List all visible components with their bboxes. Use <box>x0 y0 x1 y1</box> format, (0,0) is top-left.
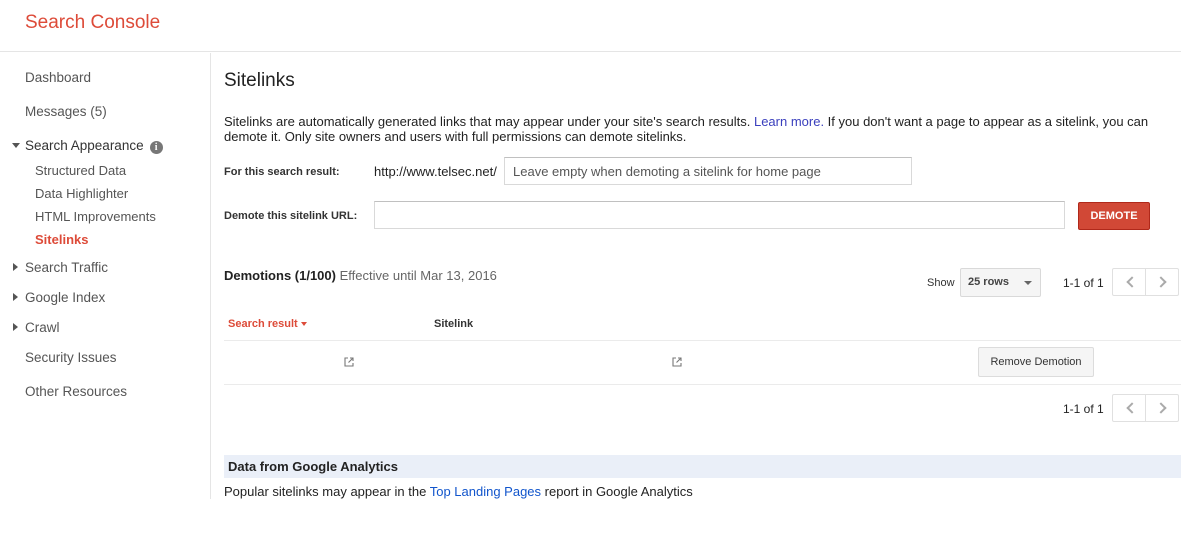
page-description: Sitelinks are automatically generated li… <box>224 114 1174 144</box>
chevron-down-icon <box>1024 281 1032 285</box>
demotions-header: Demotions (1/100) Effective until Mar 13… <box>224 268 497 283</box>
sidebar-item-security-issues[interactable]: Security Issues <box>25 350 117 365</box>
sidebar-item-crawl[interactable]: Crawl <box>13 320 60 335</box>
external-link-icon[interactable] <box>672 357 682 367</box>
sidebar-item-dashboard[interactable]: Dashboard <box>25 70 91 85</box>
sidebar-item-google-index[interactable]: Google Index <box>13 290 106 305</box>
sort-descending-icon <box>300 322 307 326</box>
info-icon[interactable]: i <box>149 141 163 154</box>
description-text: Sitelinks are automatically generated li… <box>224 114 754 129</box>
sidebar-item-search-appearance[interactable]: Search Appearance i <box>12 138 163 154</box>
rows-per-page-select[interactable]: 25 rows <box>960 268 1041 297</box>
chevron-right-icon <box>1155 402 1167 414</box>
chevron-left-icon <box>1126 276 1138 288</box>
analytics-text: Popular sitelinks may appear in the Top … <box>224 484 693 499</box>
learn-more-link[interactable]: Learn more. <box>754 114 824 129</box>
sidebar-item-messages[interactable]: Messages (5) <box>25 104 107 119</box>
analytics-section-header: Data from Google Analytics <box>224 455 1181 478</box>
chevron-right-icon <box>1155 276 1167 288</box>
sidebar-item-other-resources[interactable]: Other Resources <box>25 384 127 399</box>
show-label: Show <box>927 277 955 289</box>
url-prefix: http://www.telsec.net/ <box>374 164 497 179</box>
demotions-effective-date: Effective until Mar 13, 2016 <box>339 268 497 283</box>
pagination-range: 1-1 of 1 <box>1063 402 1104 416</box>
next-page-button[interactable] <box>1145 394 1179 422</box>
sidebar-item-label: Search Traffic <box>25 260 109 275</box>
sidebar-item-structured-data[interactable]: Structured Data <box>35 163 126 178</box>
remove-demotion-button[interactable]: Remove Demotion <box>978 347 1094 377</box>
sidebar-item-label: Google Index <box>25 290 106 305</box>
analytics-text-before: Popular sitelinks may appear in the <box>224 484 430 499</box>
rows-per-page-value: 25 rows <box>968 276 1009 288</box>
collapsed-caret-icon <box>13 323 18 331</box>
sidebar-item-label: Crawl <box>25 320 60 335</box>
pagination-range: 1-1 of 1 <box>1063 276 1104 290</box>
column-header-search-result[interactable]: Search result <box>228 318 307 330</box>
demote-url-input[interactable] <box>374 201 1065 229</box>
page-title: Sitelinks <box>224 70 295 91</box>
table-divider <box>224 384 1181 385</box>
sidebar-item-data-highlighter[interactable]: Data Highlighter <box>35 186 128 201</box>
sidebar-item-search-traffic[interactable]: Search Traffic <box>13 260 109 275</box>
next-page-button[interactable] <box>1145 268 1179 296</box>
demote-button[interactable]: DEMOTE <box>1078 202 1150 230</box>
demotions-count: Demotions (1/100) <box>224 268 336 283</box>
column-header-label: Search result <box>228 318 298 330</box>
search-result-label: For this search result: <box>224 166 340 178</box>
table-divider <box>224 340 1181 341</box>
demote-url-label: Demote this sitelink URL: <box>224 210 358 222</box>
collapsed-caret-icon <box>13 293 18 301</box>
search-result-input[interactable] <box>504 157 912 185</box>
previous-page-button[interactable] <box>1112 268 1146 296</box>
sidebar-item-html-improvements[interactable]: HTML Improvements <box>35 209 156 224</box>
expanded-caret-icon <box>12 143 20 148</box>
column-header-sitelink: Sitelink <box>434 318 474 330</box>
collapsed-caret-icon <box>13 263 18 271</box>
top-bar: Search Console <box>0 0 1181 52</box>
chevron-left-icon <box>1126 402 1138 414</box>
analytics-title: Data from Google Analytics <box>228 459 398 474</box>
app-title[interactable]: Search Console <box>25 12 160 34</box>
sidebar-item-label: Search Appearance <box>25 138 144 153</box>
sidebar <box>0 53 211 499</box>
sidebar-item-sitelinks[interactable]: Sitelinks <box>35 232 88 247</box>
previous-page-button[interactable] <box>1112 394 1146 422</box>
external-link-icon[interactable] <box>344 357 354 367</box>
top-landing-pages-link[interactable]: Top Landing Pages <box>430 484 541 499</box>
analytics-text-after: report in Google Analytics <box>541 484 693 499</box>
